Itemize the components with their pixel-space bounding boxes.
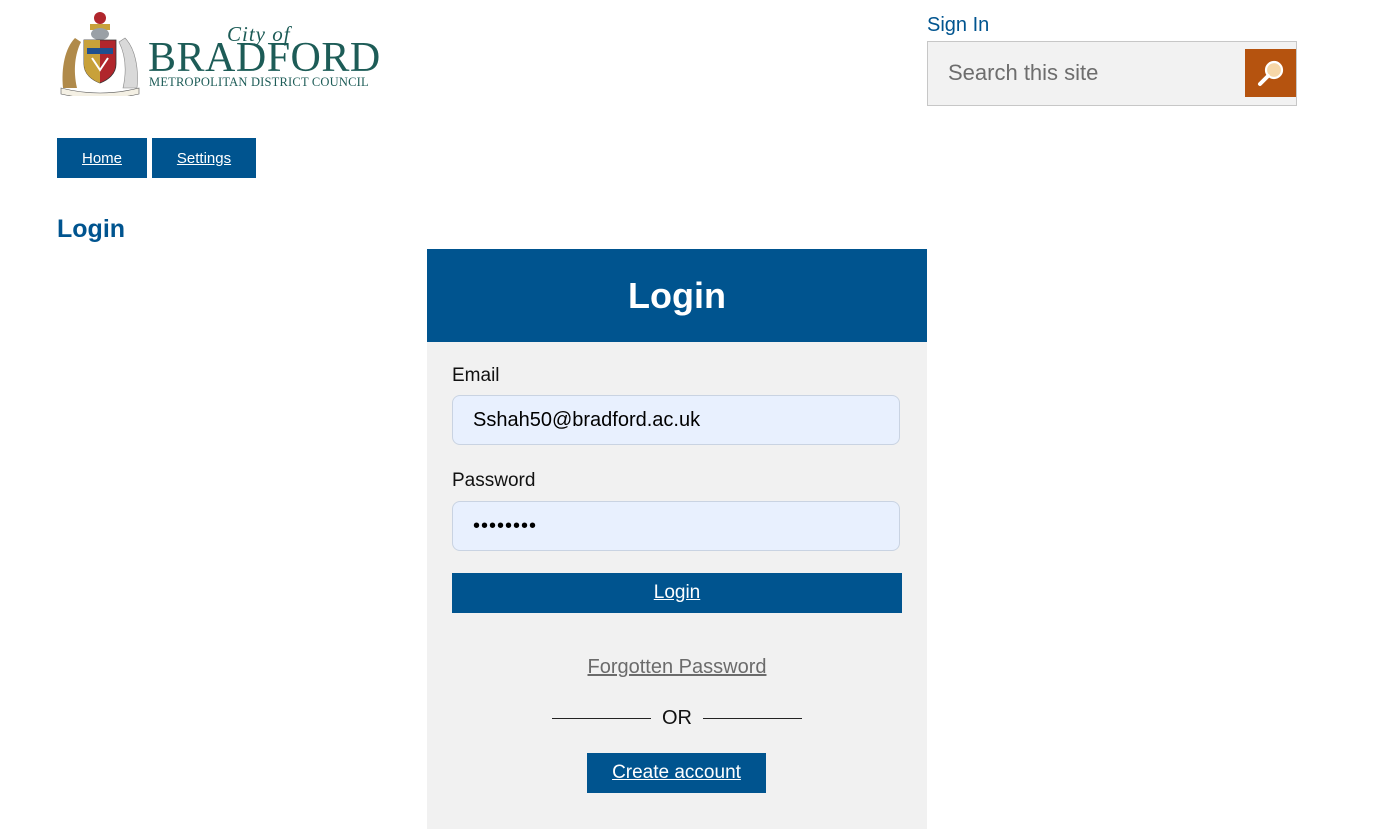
sign-in-link[interactable]: Sign In (927, 14, 989, 37)
bradford-coat-of-arms-icon (60, 12, 140, 96)
logo-council-text: METROPOLITAN DISTRICT COUNCIL (149, 75, 369, 89)
email-label: Email (452, 365, 500, 386)
login-panel: Login Email Password Login Forgotten Pas… (427, 249, 927, 829)
magnifier-icon (1257, 60, 1283, 86)
nav-home-button[interactable]: Home (57, 138, 147, 178)
search-button[interactable] (1245, 49, 1296, 97)
search-input[interactable] (929, 43, 1248, 102)
divider-line-right (703, 717, 802, 719)
email-field[interactable] (452, 395, 900, 445)
forgotten-password-link[interactable]: Forgotten Password (427, 656, 927, 679)
password-field[interactable] (452, 501, 900, 551)
page-title: Login (57, 215, 126, 243)
or-text: OR (662, 706, 692, 729)
login-panel-title: Login (427, 249, 927, 342)
or-divider: OR (552, 706, 802, 730)
nav-settings-button[interactable]: Settings (152, 138, 256, 178)
council-logo[interactable]: City of BRADFORD METROPOLITAN DISTRICT C… (57, 8, 387, 98)
site-search (927, 41, 1297, 106)
create-account-button[interactable]: Create account (587, 753, 766, 793)
login-submit-button[interactable]: Login (452, 573, 902, 613)
logo-bradford-text: BRADFORD (148, 35, 381, 81)
password-label: Password (452, 470, 536, 491)
divider-line-left (552, 717, 651, 719)
